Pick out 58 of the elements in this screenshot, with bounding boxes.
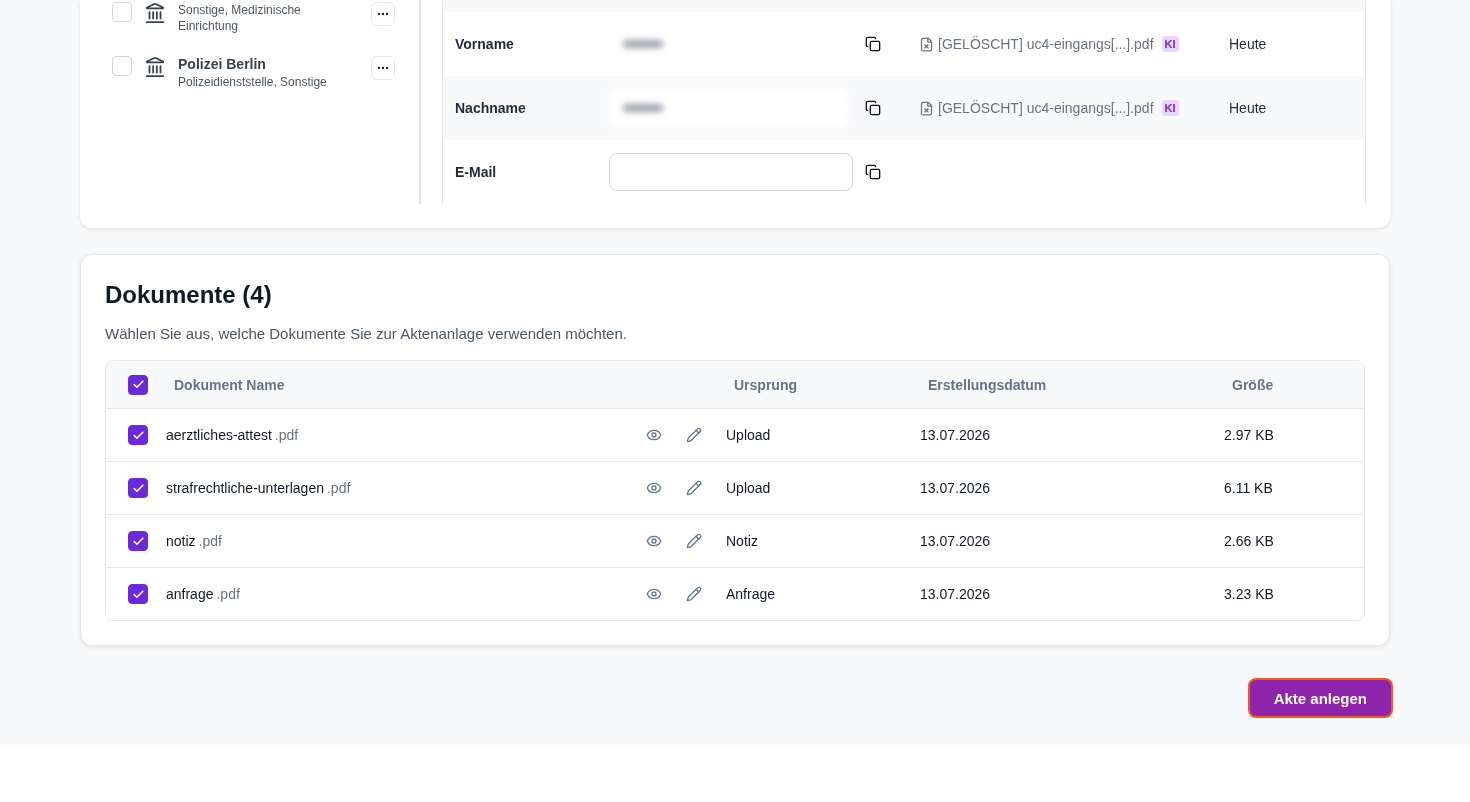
field-label: Nachname: [455, 100, 527, 116]
origin-cell-text: Anfrage: [726, 586, 777, 602]
file-extension: .pdf: [216, 586, 240, 602]
checkbox[interactable]: [112, 2, 132, 22]
size-cell-text: 2.66 KB: [1224, 533, 1275, 549]
size-cell-text: 3.23 KB: [1224, 586, 1275, 602]
column-header: Erstellungsdatum: [927, 376, 1048, 393]
source-file: [GELÖSCHT] uc4-eingangs[...].pdf: [938, 36, 1154, 52]
origin-cell-text: Upload: [726, 480, 772, 496]
size-cell-text: 2.97 KB: [1224, 427, 1275, 443]
date-cell-text: 13.07.2026: [920, 586, 992, 602]
date-cell-text: 13.07.2026: [920, 427, 992, 443]
row-checkbox[interactable]: [128, 584, 148, 604]
column-header: Größe: [1231, 376, 1275, 393]
document-name: aerztliches-attest: [166, 427, 272, 443]
field-label: E-Mail: [455, 164, 498, 180]
row-checkbox[interactable]: [128, 425, 148, 445]
column-header: Dokument Name: [173, 376, 286, 393]
date-cell-text: 13.07.2026: [920, 533, 992, 549]
more-button[interactable]: [371, 2, 395, 26]
check-icon: [131, 534, 145, 548]
input-field[interactable]: [609, 153, 853, 191]
file-icon: [919, 100, 934, 116]
row-checkbox[interactable]: [128, 531, 148, 551]
organization-type: Polizeidienststelle, Sonstige: [178, 74, 328, 90]
section-title: Dokumente (4): [105, 280, 273, 310]
field-label: Vorname: [455, 36, 515, 52]
origin-cell-text: Notiz: [726, 533, 759, 549]
select-all-checkbox[interactable]: [128, 374, 148, 395]
date-cell-text: 13.07.2026: [920, 480, 992, 496]
ai-badge: KI: [1161, 100, 1179, 116]
bank-icon: [144, 56, 166, 78]
check-icon: [131, 587, 145, 601]
date-text: Heute: [1229, 36, 1268, 52]
document-name: anfrage: [166, 586, 214, 602]
file-extension: .pdf: [274, 427, 299, 443]
ai-badge: KI: [1161, 36, 1179, 52]
date-text: Heute: [1229, 100, 1268, 116]
column-header: Ursprung: [733, 376, 798, 393]
organization-type: Sonstige, Medizinische Einrichtung: [178, 2, 302, 34]
source-file: [GELÖSCHT] uc4-eingangs[...].pdf: [938, 100, 1154, 116]
organization-name: Polizei Berlin: [178, 56, 267, 72]
bank-icon: [144, 2, 166, 24]
origin-cell-text: Upload: [726, 427, 772, 443]
check-icon: [131, 428, 145, 442]
file-extension: .pdf: [327, 480, 351, 496]
check-icon: [131, 378, 145, 391]
checkbox[interactable]: [112, 56, 132, 76]
more-button[interactable]: [371, 56, 395, 80]
file-icon: [919, 36, 934, 52]
row-checkbox[interactable]: [128, 478, 148, 498]
section-description: Wählen Sie aus, welche Dokumente Sie zur Aktenanlage verwenden möchten.: [105, 325, 628, 342]
document-name: strafrechtliche-unterlagen: [166, 480, 324, 496]
check-icon: [131, 481, 145, 495]
document-name: notiz: [166, 533, 196, 549]
size-cell-text: 6.11 KB: [1224, 480, 1274, 496]
create-file-button[interactable]: Akte anlegen: [1247, 678, 1393, 718]
file-extension: .pdf: [198, 533, 222, 549]
